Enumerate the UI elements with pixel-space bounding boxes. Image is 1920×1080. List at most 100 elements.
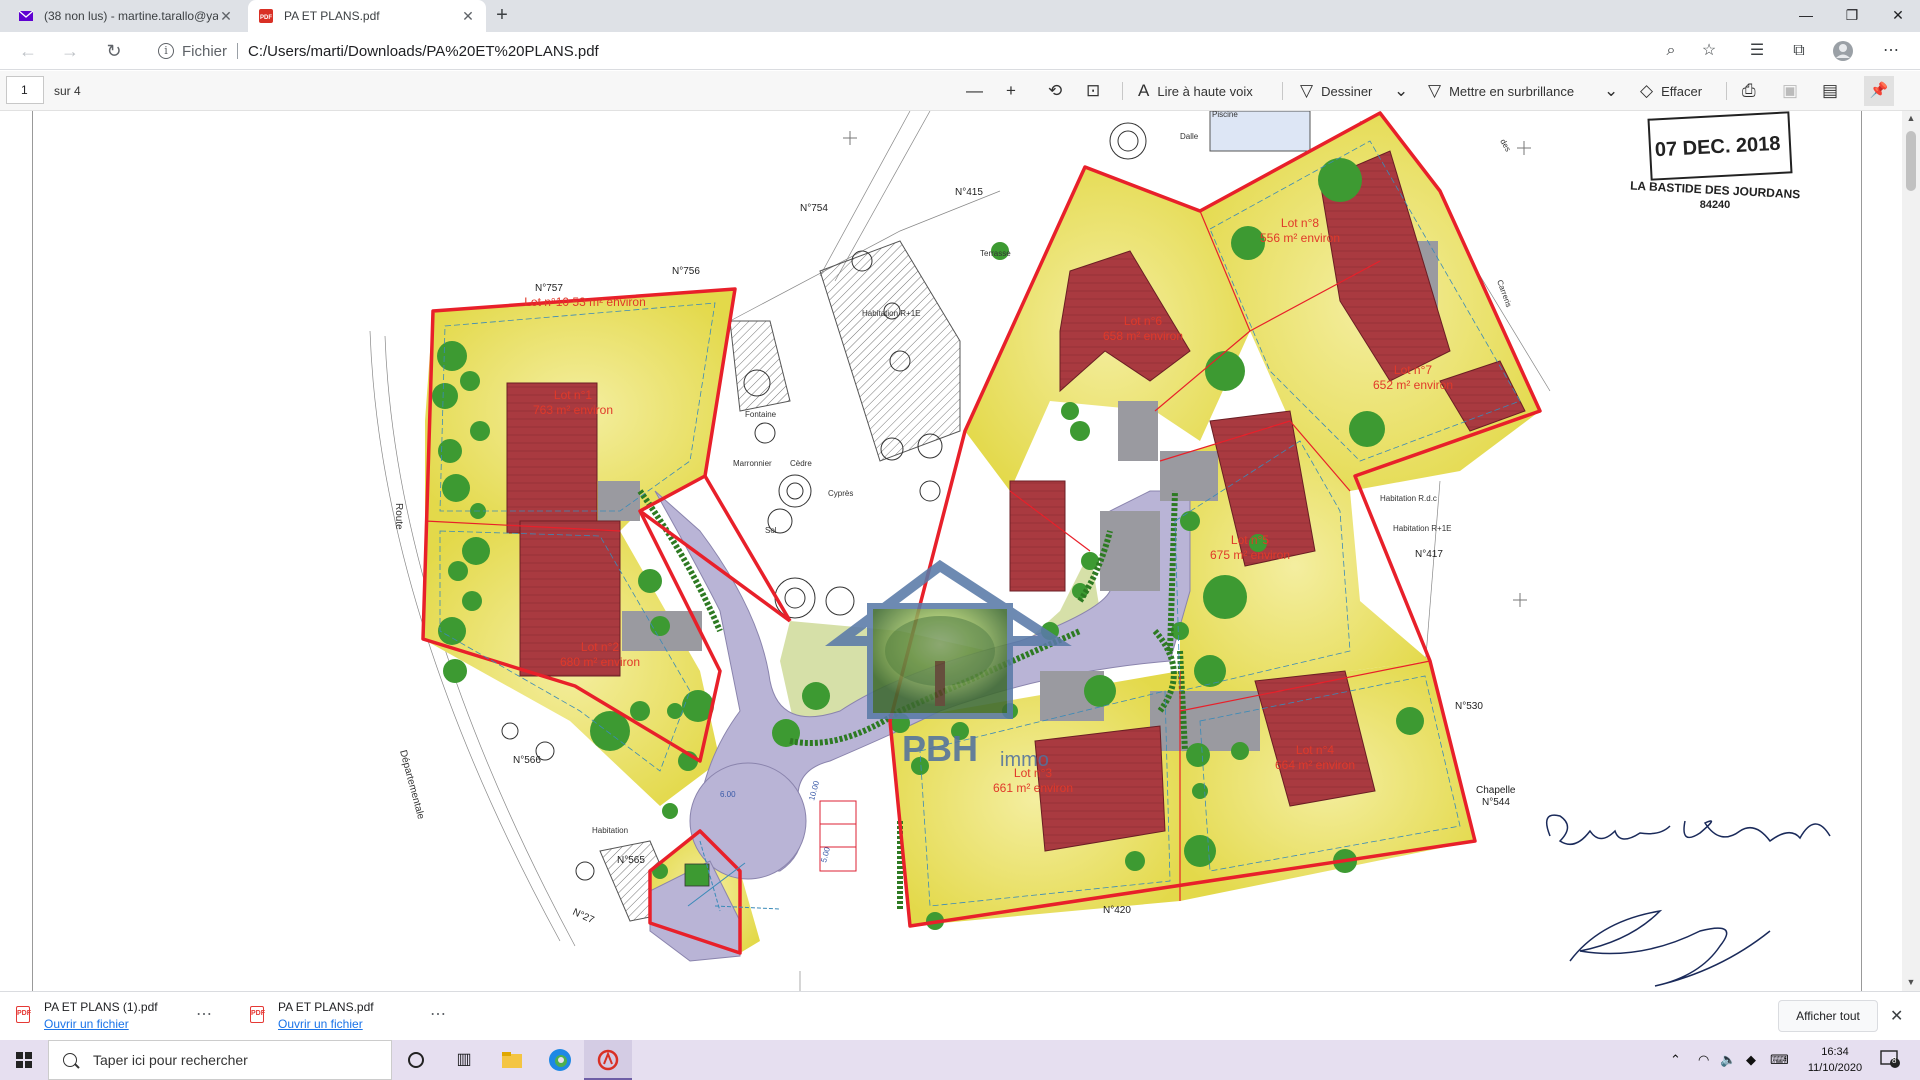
more-menu-icon[interactable]: ⋯	[1880, 40, 1902, 62]
parcel-n757: N°757	[535, 283, 563, 294]
zoom-out-button[interactable]: —	[966, 78, 991, 104]
sol-label: Sol	[765, 526, 777, 535]
task-view-button[interactable]: ▥	[440, 1040, 488, 1080]
minimize-button[interactable]: —	[1783, 0, 1829, 32]
tab-title: (38 non lus) - martine.tarallo@yahoo.fr	[44, 9, 218, 23]
lot-2-area: 680 m² environ	[560, 655, 640, 669]
open-file-link[interactable]: Ouvrir un fichier	[44, 1017, 129, 1031]
more-options-icon[interactable]: ⋯	[430, 1004, 446, 1024]
tab-title: PA ET PLANS.pdf	[284, 9, 380, 23]
zoom-icon[interactable]: ⌕	[1660, 40, 1682, 62]
habitation-label: Habitation	[592, 826, 628, 835]
clock-time: 16:34	[1821, 1046, 1849, 1058]
lot-7-area: 652 m² environ	[1373, 378, 1453, 392]
marronnier-label: Marronnier	[733, 459, 772, 468]
edge-button[interactable]	[536, 1040, 584, 1080]
scroll-thumb[interactable]	[1906, 131, 1916, 191]
taskbar-search-input[interactable]: Taper ici pour rechercher	[48, 1040, 392, 1080]
fit-page-button[interactable]: ⊡	[1086, 78, 1108, 104]
volume-icon[interactable]: 🔈	[1720, 1052, 1736, 1068]
fontaine-label: Fontaine	[745, 410, 777, 419]
url-scheme: Fichier	[182, 42, 228, 60]
rotate-button[interactable]: ⟲	[1048, 78, 1070, 104]
tab-pdf[interactable]: PDF PA ET PLANS.pdf ✕	[248, 0, 486, 32]
url-input[interactable]: i Fichier C:/Users/marti/Downloads/PA%20…	[148, 36, 1706, 66]
pdf-viewport[interactable]: PBH immo Lot n°10 53 m² environ Lot n°1 …	[0, 111, 1902, 991]
zoom-in-button[interactable]: +	[1006, 78, 1024, 104]
notification-center-icon[interactable]: 8	[1880, 1050, 1900, 1068]
tab-close-icon[interactable]: ✕	[218, 8, 234, 25]
file-explorer-button[interactable]	[488, 1040, 536, 1080]
lot-5-area: 675 m² environ	[1210, 548, 1290, 562]
pdf-file-icon: PDF	[259, 9, 273, 23]
restore-button[interactable]: ❐	[1829, 0, 1875, 32]
lot-4-name: Lot n°4	[1296, 743, 1334, 757]
stamp-text: 07 DEC. 2018 LA BASTIDE DES JOURDANS 842…	[1630, 133, 1801, 211]
forward-button[interactable]: →	[56, 37, 84, 65]
read-aloud-icon: A	[1138, 81, 1150, 100]
pdf-file-icon: PDF	[250, 1006, 265, 1023]
download-shelf: PDF PA ET PLANS (1).pdf Ouvrir un fichie…	[0, 991, 1920, 1040]
plus-icon: +	[1006, 81, 1016, 100]
start-button[interactable]	[0, 1040, 48, 1080]
open-file-link[interactable]: Ouvrir un fichier	[278, 1017, 363, 1031]
favorites-list-icon[interactable]: ☰	[1746, 40, 1768, 62]
tab-mail[interactable]: (38 non lus) - martine.tarallo@yahoo.fr …	[8, 0, 244, 32]
lot-1-name: Lot n°1	[554, 388, 592, 402]
profile-avatar[interactable]	[1832, 40, 1854, 62]
parcel-n756: N°756	[672, 266, 700, 277]
lot-8-area: 556 m² environ	[1260, 231, 1340, 245]
dimension-500: 5.00	[819, 846, 832, 864]
collections-icon[interactable]: ⧉	[1788, 40, 1810, 62]
info-icon[interactable]: i	[158, 43, 174, 59]
save-button[interactable]: ▣	[1782, 78, 1806, 104]
close-shelf-icon[interactable]: ✕	[1890, 1006, 1903, 1026]
scroll-down-arrow-icon[interactable]: ▼	[1902, 977, 1920, 987]
scroll-up-arrow-icon[interactable]: ▲	[1902, 113, 1920, 123]
save-icon: ▣	[1782, 81, 1799, 100]
chevron-down-icon: ⌄	[1604, 81, 1619, 100]
highlight-options-dropdown[interactable]: ⌄	[1604, 78, 1626, 104]
dimension-1000: 10.00	[807, 779, 821, 801]
dropbox-icon[interactable]: ◆	[1746, 1052, 1756, 1068]
print-button[interactable]: ⎙	[1742, 78, 1764, 104]
draw-options-dropdown[interactable]: ⌄	[1394, 78, 1416, 104]
lot-5-name: Lot n°5	[1231, 533, 1269, 547]
draw-button[interactable]: ▽ Dessiner	[1300, 78, 1372, 104]
show-all-button[interactable]: Afficher tout	[1778, 1000, 1878, 1032]
more-options-icon[interactable]: ⋯	[196, 1004, 212, 1024]
reload-button[interactable]: ↻	[100, 37, 128, 65]
favorite-star-icon[interactable]: ☆	[1698, 40, 1720, 62]
new-tab-button[interactable]: +	[490, 4, 514, 28]
pin-toolbar-button[interactable]: 📌	[1864, 76, 1894, 106]
network-icon[interactable]: ◠	[1698, 1052, 1709, 1068]
download-item[interactable]: PDF PA ET PLANS (1).pdf Ouvrir un fichie…	[16, 998, 226, 1034]
back-button[interactable]: ←	[14, 37, 42, 65]
lot-4-area: 664 m² environ	[1275, 758, 1355, 772]
close-window-button[interactable]: ✕	[1875, 0, 1920, 32]
cortana-button[interactable]	[392, 1040, 440, 1080]
toolbar-divider	[1282, 82, 1283, 100]
highlight-button[interactable]: ▽ Mettre en surbrillance	[1428, 78, 1574, 104]
read-aloud-button[interactable]: A Lire à haute voix	[1138, 78, 1253, 104]
tab-close-icon[interactable]: ✕	[460, 8, 476, 25]
download-item[interactable]: PDF PA ET PLANS.pdf Ouvrir un fichier ⋯	[250, 998, 450, 1034]
toolbar-divider	[1122, 82, 1123, 100]
parcel-n27: N°27	[571, 907, 596, 927]
vertical-scrollbar[interactable]: ▲ ▼	[1902, 111, 1920, 991]
save-as-button[interactable]: ▤	[1822, 78, 1846, 104]
lot-6-name: Lot n°6	[1124, 314, 1162, 328]
pdf-toolbar: 1 sur 4 — + ⟲ ⊡ A Lire à haute voix ▽ Dess…	[0, 71, 1920, 111]
system-clock[interactable]: 16:34 11/10/2020	[1800, 1044, 1870, 1076]
departementale-label: Départementale	[397, 749, 426, 821]
search-icon	[63, 1053, 77, 1067]
erase-button[interactable]: ◇ Effacer	[1640, 78, 1702, 104]
show-hidden-icons[interactable]: ⌃	[1670, 1052, 1681, 1068]
folder-icon	[502, 1052, 522, 1068]
keyboard-icon[interactable]: ⌨	[1770, 1052, 1789, 1068]
download-name: PA ET PLANS.pdf	[278, 1000, 374, 1014]
page-number-input[interactable]: 1	[6, 76, 44, 104]
lot-3-area: 661 m² environ	[993, 781, 1073, 795]
pdf-reader-button[interactable]	[584, 1040, 632, 1080]
erase-label: Effacer	[1661, 83, 1703, 99]
